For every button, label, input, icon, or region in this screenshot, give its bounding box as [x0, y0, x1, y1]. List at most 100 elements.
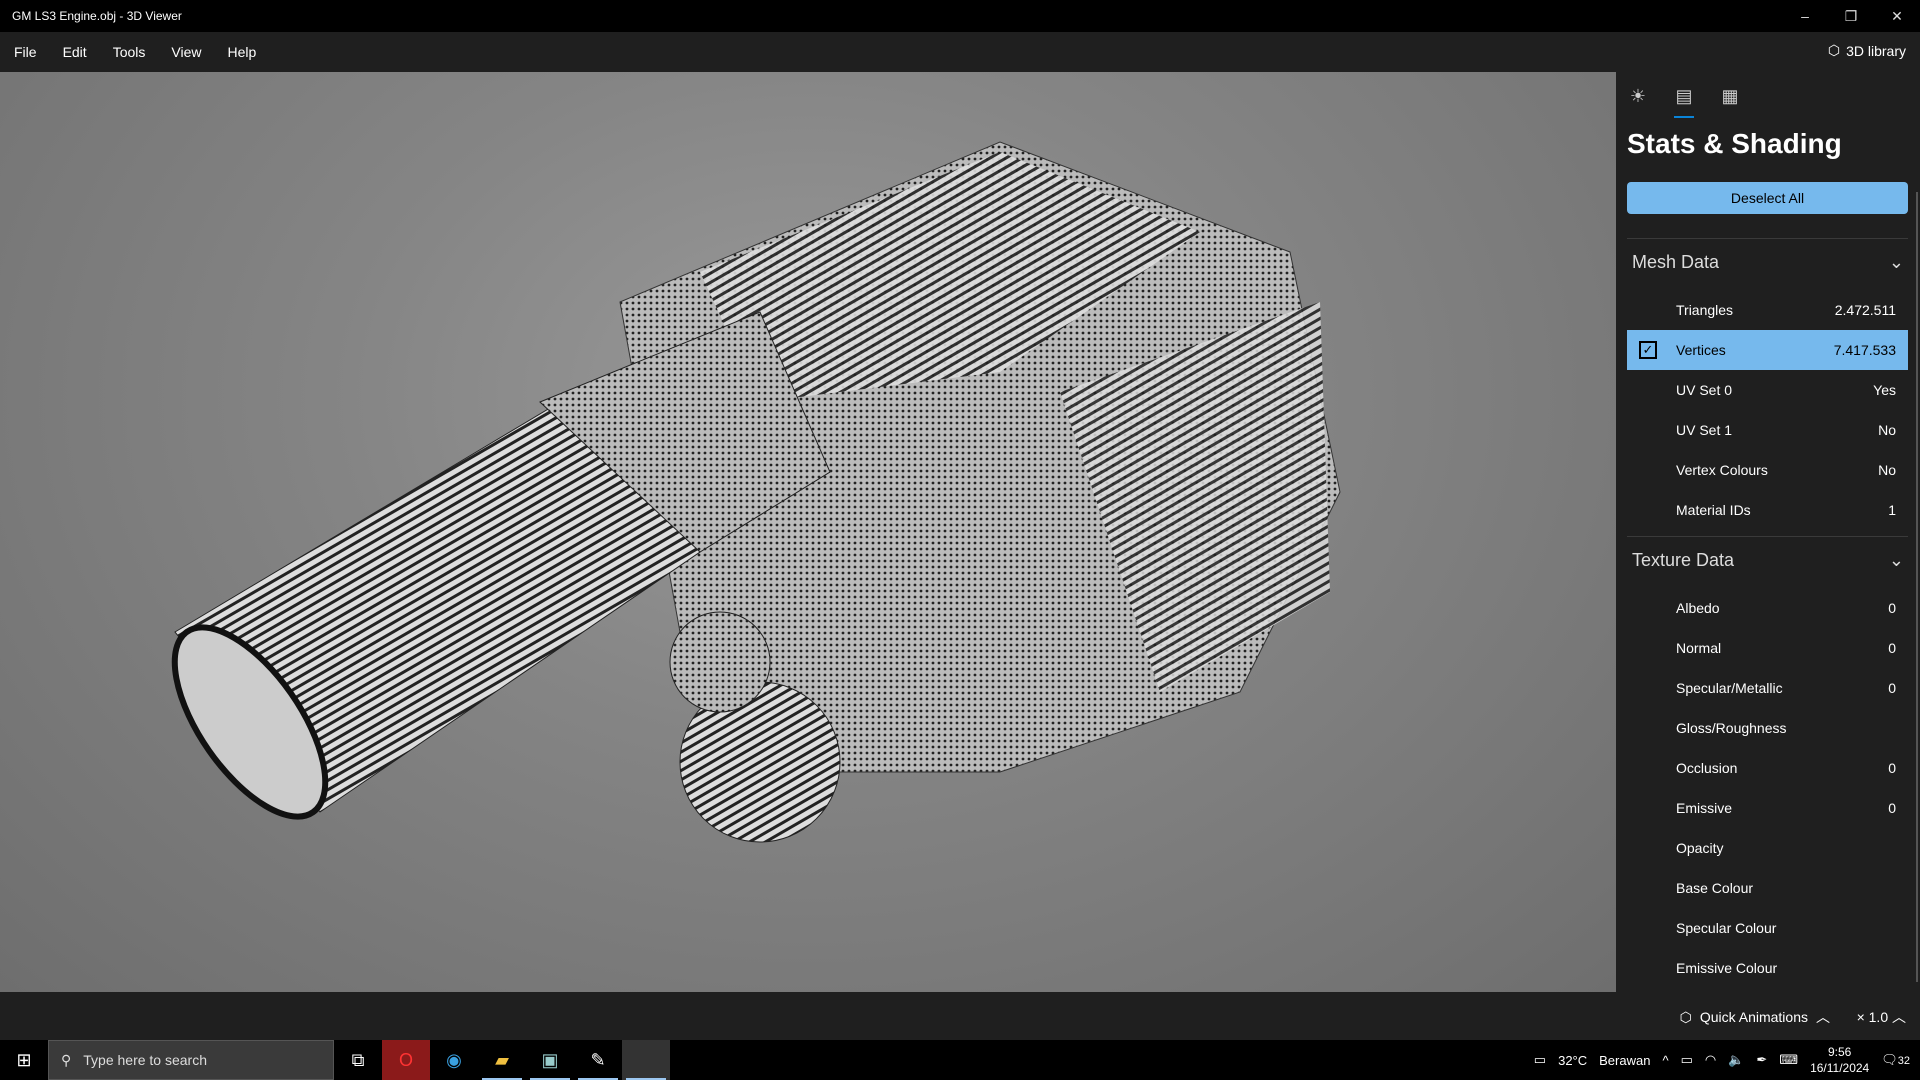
row-value: 0: [1888, 640, 1896, 656]
3d-viewport[interactable]: [0, 72, 1616, 992]
chevron-down-icon: ⌄: [1888, 252, 1904, 272]
menu-file[interactable]: File: [0, 44, 50, 60]
quick-animations-label: Quick Animations: [1699, 1009, 1808, 1025]
battery-icon[interactable]: ▭: [1681, 1052, 1693, 1068]
row-value: No: [1878, 462, 1896, 478]
remote-desktop-icon[interactable]: ▣: [526, 1040, 574, 1080]
restore-button[interactable]: ❐: [1828, 0, 1874, 32]
notification-count: 32: [1897, 1055, 1910, 1067]
3d-viewer-taskbar-icon[interactable]: [622, 1040, 670, 1080]
chevron-up-icon: ︿: [1892, 1009, 1906, 1025]
row-label: Emissive: [1676, 800, 1733, 816]
texture-row-gloss-roughness[interactable]: Gloss/Roughness: [1627, 708, 1908, 748]
date: 16/11/2024: [1810, 1061, 1870, 1075]
row-value: 0: [1888, 680, 1896, 696]
texture-data-header[interactable]: Texture Data ⌄: [1632, 550, 1904, 571]
stats-shading-panel: ☀ ▤ ▦ Stats & Shading Deselect All Mesh …: [1616, 72, 1920, 992]
taskbar-search[interactable]: ⚲ Type here to search: [48, 1040, 334, 1080]
clock[interactable]: 9:56 16/11/2024: [1810, 1044, 1869, 1076]
chevron-down-icon: ⌄: [1888, 550, 1904, 570]
file-explorer-icon[interactable]: ▰: [478, 1040, 526, 1080]
row-label: Material IDs: [1676, 502, 1751, 518]
wifi-icon[interactable]: ◠: [1705, 1052, 1716, 1068]
panel-scrollbar[interactable]: [1916, 192, 1918, 982]
row-label: Gloss/Roughness: [1676, 720, 1787, 736]
mesh-data-header[interactable]: Mesh Data ⌄: [1632, 252, 1904, 273]
stats-tab-chart-icon[interactable]: ▤: [1672, 84, 1696, 118]
texture-data-label: Texture Data: [1632, 550, 1735, 570]
mesh-row-uv-set-1[interactable]: UV Set 1 No: [1627, 410, 1908, 450]
3d-library-label: 3D library: [1846, 42, 1906, 59]
close-button[interactable]: ✕: [1874, 0, 1920, 32]
keyboard-icon[interactable]: ⌨: [1779, 1052, 1798, 1068]
row-value: 1: [1888, 502, 1896, 518]
mesh-row-triangles[interactable]: Triangles 2.472.511: [1627, 290, 1908, 330]
texture-row-opacity[interactable]: Opacity: [1627, 828, 1908, 868]
divider: [1627, 536, 1908, 537]
checkbox-checked-icon[interactable]: ✓: [1639, 341, 1657, 359]
row-value: 0: [1888, 760, 1896, 776]
menu-view[interactable]: View: [158, 44, 214, 60]
notifications-icon[interactable]: 🗨32: [1881, 1052, 1910, 1068]
menu-edit[interactable]: Edit: [50, 44, 100, 60]
mesh-row-vertices[interactable]: ✓ Vertices 7.417.533: [1627, 330, 1908, 370]
engine-model: [171, 141, 1341, 843]
row-value: 0: [1888, 600, 1896, 616]
edge-icon[interactable]: ◉: [430, 1040, 478, 1080]
title-bar: GM LS3 Engine.obj - 3D Viewer – ❐ ✕: [0, 0, 1920, 32]
pen-icon[interactable]: ✒: [1756, 1052, 1767, 1068]
task-view-icon[interactable]: ⧉: [334, 1040, 382, 1080]
texture-row-emissive[interactable]: Emissive 0: [1627, 788, 1908, 828]
opera-icon[interactable]: O: [382, 1040, 430, 1080]
speed-label: × 1.0: [1856, 1009, 1889, 1025]
cube-icon: ⬡: [1827, 42, 1841, 58]
grid-tab-icon[interactable]: ▦: [1718, 84, 1742, 108]
search-icon: ⚲: [61, 1051, 72, 1068]
lighting-tab-sun-icon[interactable]: ☀: [1626, 84, 1650, 108]
texture-row-normal[interactable]: Normal 0: [1627, 628, 1908, 668]
row-label: Specular/Metallic: [1676, 680, 1783, 696]
menu-tools[interactable]: Tools: [100, 44, 159, 60]
speed-selector[interactable]: × 1.0 ︿: [1857, 1007, 1906, 1027]
minimize-button[interactable]: –: [1782, 0, 1828, 32]
rhino-icon[interactable]: ✎: [574, 1040, 622, 1080]
animation-bar: ⬡ Quick Animations ︿ × 1.0 ︿: [0, 992, 1920, 1040]
weather-desc[interactable]: Berawan: [1599, 1053, 1650, 1068]
row-value: 7.417.533: [1833, 342, 1896, 358]
weather-temp[interactable]: 32°C: [1558, 1053, 1587, 1068]
chevron-up-icon[interactable]: ^: [1662, 1053, 1668, 1068]
windows-start-icon[interactable]: ⊞: [0, 1040, 48, 1080]
row-value: 0: [1888, 800, 1896, 816]
3d-library-button[interactable]: ⬡ 3D library: [1828, 42, 1906, 59]
quick-animations-button[interactable]: ⬡ Quick Animations ︿: [1680, 1007, 1830, 1027]
volume-icon[interactable]: 🔈: [1728, 1052, 1744, 1068]
menu-bar: File Edit Tools View Help ⬡ 3D library: [0, 32, 1920, 72]
search-placeholder: Type here to search: [83, 1052, 208, 1068]
weather-icon[interactable]: ▭: [1534, 1052, 1546, 1068]
row-label: Albedo: [1676, 600, 1720, 616]
animation-cube-icon: ⬡: [1679, 1008, 1692, 1025]
mesh-row-vertex-colours[interactable]: Vertex Colours No: [1627, 450, 1908, 490]
row-label: Occlusion: [1676, 760, 1738, 776]
divider: [1627, 238, 1908, 239]
row-value: 2.472.511: [1834, 302, 1896, 318]
mesh-data-label: Mesh Data: [1632, 252, 1720, 272]
window-title: GM LS3 Engine.obj - 3D Viewer: [12, 9, 182, 23]
row-label: Base Colour: [1676, 880, 1754, 896]
texture-row-base-colour[interactable]: Base Colour: [1627, 868, 1908, 908]
row-label: Vertex Colours: [1676, 462, 1768, 478]
texture-row-albedo[interactable]: Albedo 0: [1627, 588, 1908, 628]
row-label: Triangles: [1676, 302, 1734, 318]
mesh-row-material-ids[interactable]: Material IDs 1: [1627, 490, 1908, 530]
texture-row-specular-metallic[interactable]: Specular/Metallic 0: [1627, 668, 1908, 708]
mesh-row-uv-set-0[interactable]: UV Set 0 Yes: [1627, 370, 1908, 410]
texture-row-occlusion[interactable]: Occlusion 0: [1627, 748, 1908, 788]
texture-row-emissive-colour[interactable]: Emissive Colour: [1627, 948, 1908, 988]
menu-help[interactable]: Help: [214, 44, 269, 60]
taskbar: ⊞ ⚲ Type here to search ⧉ O ◉ ▰ ▣ ✎ ▭ 32…: [0, 1040, 1920, 1080]
row-label: UV Set 0: [1676, 382, 1733, 398]
chevron-up-icon: ︿: [1816, 1009, 1830, 1025]
texture-row-specular-colour[interactable]: Specular Colour: [1627, 908, 1908, 948]
deselect-all-button[interactable]: Deselect All: [1627, 182, 1908, 214]
row-label: UV Set 1: [1676, 422, 1733, 438]
